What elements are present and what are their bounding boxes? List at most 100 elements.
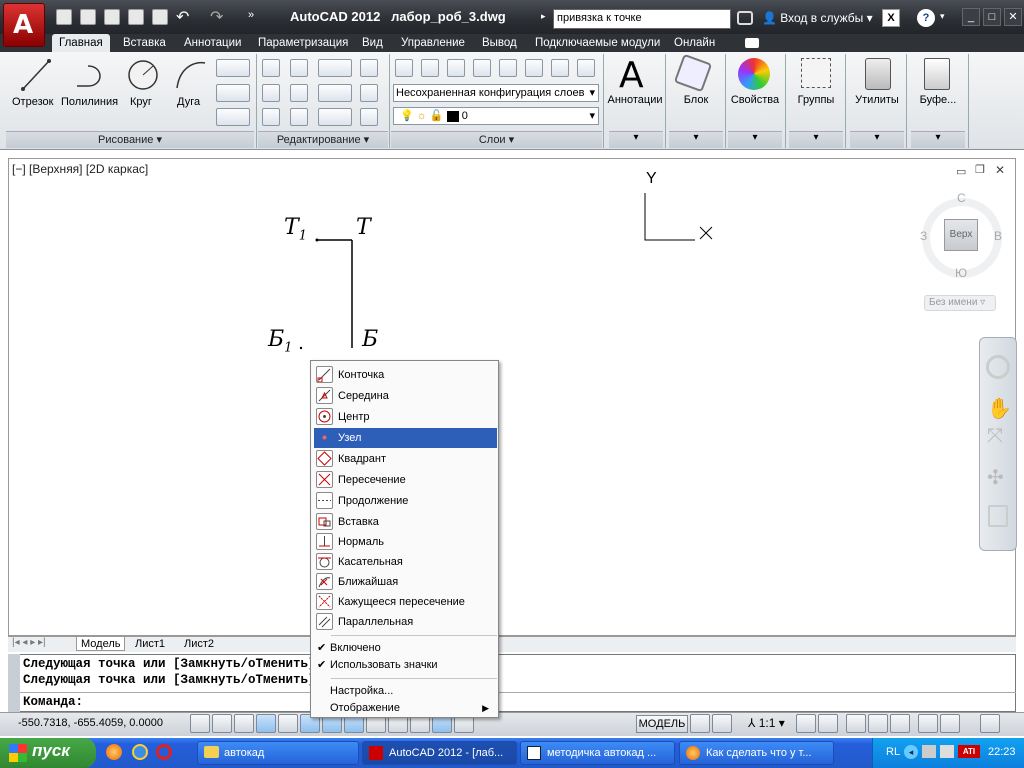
move-icon[interactable] [262,59,280,77]
isolate-objects-icon[interactable] [918,714,938,733]
menu-item-endpoint[interactable]: Конточка [314,365,497,385]
menu-item-display[interactable]: Отображение ▶ [314,698,497,718]
tab-layout1[interactable]: Лист1 [131,637,169,651]
drawing-area[interactable] [8,158,1016,636]
infer-constraints-toggle[interactable] [190,714,210,733]
model-space-button[interactable]: МОДЕЛЬ [636,715,688,733]
firefox-icon[interactable] [106,744,122,760]
tab-layout2[interactable]: Лист2 [180,637,218,651]
menu-item-node[interactable]: Узел [314,428,497,448]
pan-icon[interactable]: ✋ [987,396,1012,421]
task-folder[interactable]: автокад [197,741,359,765]
save-icon[interactable] [104,9,120,25]
clipboard-panel-dropdown[interactable]: ▾ [911,131,965,148]
properties-panel-label[interactable]: Свойства [728,94,782,106]
menu-item-tangent[interactable]: Касательная [314,552,497,572]
cursor-coordinates[interactable]: -550.7318, -655.4059, 0.0000 [18,717,163,729]
task-autocad[interactable]: AutoCAD 2012 - [лаб... [362,741,517,765]
menu-item-extension[interactable]: Продолжение [314,491,497,511]
stretch-icon[interactable] [262,108,280,126]
tab-view[interactable]: Вид [355,34,390,52]
draw-panel-footer[interactable]: Рисование ▾ [6,131,254,148]
layer-unisolate-icon[interactable] [473,59,491,77]
properties-icon[interactable] [738,58,770,90]
array-icon[interactable] [318,108,352,126]
tab-output[interactable]: Вывод [475,34,524,52]
save-as-icon[interactable] [128,9,144,25]
auto-scale-icon[interactable] [818,714,838,733]
polar-toggle[interactable] [278,714,298,733]
line-tool-label[interactable]: Отрезок [12,96,53,108]
hatch-tool-icon[interactable] [216,84,250,102]
current-layer-dropdown[interactable]: 💡 ☼ 🔓 0 ▾ [393,107,599,125]
new-file-icon[interactable] [56,9,72,25]
tab-insert[interactable]: Вставка [116,34,173,52]
tab-home[interactable]: Главная [52,34,110,52]
layout-nav-arrows[interactable]: |◂ ◂ ▸ ▸| [12,637,46,648]
offset-icon[interactable] [360,108,378,126]
groups-icon[interactable] [801,58,831,88]
explode-icon[interactable] [360,84,378,102]
layer-isolate-icon[interactable] [447,59,465,77]
tab-parametric[interactable]: Параметризация [251,34,355,52]
orbit-icon[interactable]: ✣ [987,465,1004,490]
groups-panel-dropdown[interactable]: ▾ [789,131,843,148]
ortho-toggle[interactable] [256,714,276,733]
block-panel-label[interactable]: Блок [669,94,723,106]
search-expand-icon[interactable]: ▸ [541,11,546,22]
ribbon-minimize-icon[interactable] [745,38,759,48]
viewcube-east[interactable]: В [994,229,1002,243]
layer-freeze-icon[interactable] [499,59,517,77]
showmotion-icon[interactable] [988,505,1008,527]
scale-icon[interactable] [290,108,308,126]
tray-expand-icon[interactable]: ◂ [904,745,918,759]
erase-icon[interactable] [360,59,378,77]
help-icon[interactable]: ? [917,9,935,27]
tab-annotate[interactable]: Аннотации [177,34,248,52]
layer-off-icon[interactable] [525,59,543,77]
menu-item-insert[interactable]: Вставка [314,512,497,532]
layer-properties-icon[interactable] [395,59,413,77]
annotation-scale[interactable]: ⅄ 1:1 ▾ [748,716,785,730]
clean-screen-icon[interactable] [980,714,1000,733]
ati-icon[interactable]: ATI [958,745,980,758]
quick-view-layouts-icon[interactable] [690,714,710,733]
layer-previous-icon[interactable] [577,59,595,77]
task-word[interactable]: методичка автокад ... [520,741,675,765]
clipboard-icon[interactable] [924,58,950,90]
restore-button[interactable]: □ [983,8,1001,26]
trim-icon[interactable] [318,59,352,77]
layer-match-icon[interactable] [551,59,569,77]
redo-icon[interactable]: ↷ [210,7,223,27]
arc-tool-icon[interactable] [174,58,208,92]
calculator-icon[interactable] [865,58,891,90]
print-icon[interactable] [152,9,168,25]
line-tool-icon[interactable] [20,58,52,92]
viewport-minimize-icon[interactable]: ▭ [956,165,966,178]
network-icon[interactable] [922,745,936,758]
circle-tool-icon[interactable] [126,58,160,92]
clipboard-panel-label[interactable]: Буфе... [911,94,965,106]
utilities-panel-dropdown[interactable]: ▾ [850,131,904,148]
menu-item-quadrant[interactable]: Квадрант [314,449,497,469]
menu-item-intersection[interactable]: Пересечение [314,470,497,490]
opera-icon[interactable] [156,744,172,760]
minimize-button[interactable]: _ [962,8,980,26]
tab-model[interactable]: Модель [76,637,126,651]
ellipse-tool-icon[interactable] [216,108,250,126]
menu-item-midpoint[interactable]: Середина [314,386,497,406]
start-button[interactable]: пуск [0,738,96,768]
quick-access-more-icon[interactable]: » [248,9,254,21]
rectangle-tool-icon[interactable] [216,59,250,77]
layer-config-dropdown[interactable]: Несохраненная конфигурация слоев ▾ [393,84,599,102]
language-indicator[interactable]: RL [886,746,900,758]
hardware-acceleration-icon[interactable] [890,714,910,733]
lock-ui-icon[interactable] [868,714,888,733]
layer-state-icon[interactable] [421,59,439,77]
rotate-icon[interactable] [290,59,308,77]
arc-tool-label[interactable]: Дуга [177,96,200,108]
steering-wheel-icon[interactable] [986,355,1010,379]
viewcube-south[interactable]: Ю [955,266,967,280]
viewport-close-icon[interactable]: ✕ [995,163,1005,177]
open-file-icon[interactable] [80,9,96,25]
